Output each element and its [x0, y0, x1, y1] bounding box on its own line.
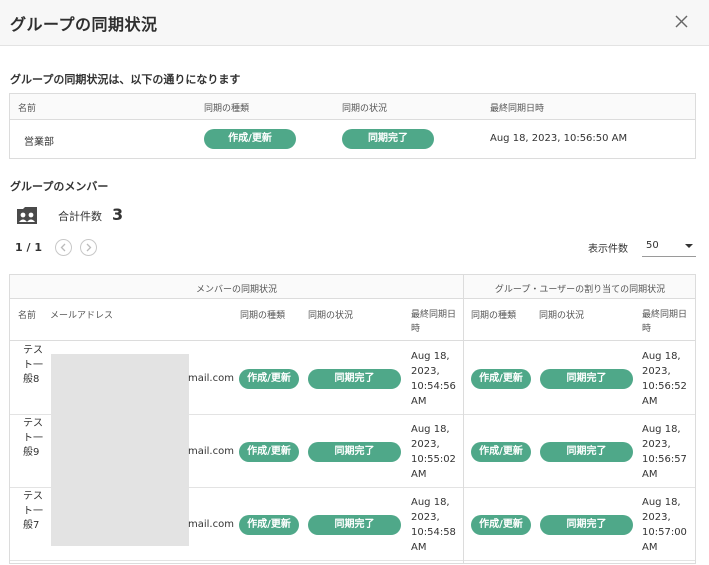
- assign-sync-status-badge: 同期完了: [540, 442, 633, 462]
- dialog-title: グループの同期状況: [10, 15, 158, 34]
- col-assign-last-sync: 最終同期日時: [642, 310, 688, 334]
- table-row: テスト一般9 mail.com 作成/更新 同期完了 Aug 18, 2023,…: [10, 415, 695, 488]
- assign-sync-type-badge: 作成/更新: [471, 515, 531, 535]
- next-page-button[interactable]: [80, 239, 97, 256]
- col-name: 名前: [18, 104, 37, 114]
- member-last-sync: Aug 18, 2023, 10:54:58 AM: [411, 497, 456, 553]
- member-sync-status-badge: 同期完了: [308, 442, 401, 462]
- chevron-right-icon[interactable]: [81, 240, 96, 255]
- member-sync-type-badge: 作成/更新: [239, 442, 299, 462]
- member-name: テスト一般9: [23, 418, 43, 458]
- page-indicator: 1 / 1: [15, 241, 42, 254]
- per-page-label: 表示件数: [588, 244, 628, 255]
- group-status-table: 名前 同期の種類 同期の状況 最終同期日時 営業部 作成/更新 同期完了 Aug…: [9, 93, 696, 159]
- chevron-left-icon[interactable]: [56, 240, 71, 255]
- member-sync-status-badge: 同期完了: [308, 369, 401, 389]
- close-icon[interactable]: [672, 12, 692, 32]
- email-redaction: [51, 488, 189, 546]
- member-last-sync: Aug 18, 2023, 10:54:56 AM: [411, 351, 456, 407]
- col-sync-type: 同期の種類: [204, 104, 250, 114]
- col-member-last-sync: 最終同期日時: [411, 310, 457, 334]
- col-sync-status: 同期の状況: [342, 104, 388, 114]
- sync-status-badge: 同期完了: [342, 129, 434, 149]
- per-page-select[interactable]: 50: [642, 235, 696, 257]
- sync-type-badge: 作成/更新: [204, 129, 296, 149]
- group-status-heading: グループの同期状況は、以下の通りになります: [10, 73, 241, 86]
- assign-last-sync: Aug 18, 2023, 10:57:00 AM: [642, 497, 687, 553]
- per-page-value[interactable]: 50: [646, 240, 659, 251]
- assign-sync-status-badge: 同期完了: [540, 369, 633, 389]
- col-member-sync-type: 同期の種類: [240, 311, 286, 321]
- assignment-sync-group-header: グループ・ユーザーの割り当ての同期状況: [494, 285, 666, 295]
- member-card-icon: [16, 205, 38, 225]
- member-sync-type-badge: 作成/更新: [239, 369, 299, 389]
- members-table: メンバーの同期状況 グループ・ユーザーの割り当ての同期状況 名前 メールアドレス…: [9, 274, 696, 564]
- group-name: 営業部: [24, 137, 54, 148]
- group-status-header-row: 名前 同期の種類 同期の状況 最終同期日時: [10, 94, 695, 120]
- assign-last-sync: Aug 18, 2023, 10:56:57 AM: [642, 424, 687, 480]
- assign-last-sync: Aug 18, 2023, 10:56:52 AM: [642, 351, 687, 407]
- caret-down-icon[interactable]: [685, 244, 693, 248]
- table-row: テスト一般8 mail.com 作成/更新 同期完了 Aug 18, 2023,…: [10, 342, 695, 415]
- assign-sync-type-badge: 作成/更新: [471, 369, 531, 389]
- email-redaction: [51, 415, 189, 488]
- total-count-value: 3: [112, 205, 124, 224]
- members-group-header-row: メンバーの同期状況 グループ・ユーザーの割り当ての同期状況: [10, 275, 695, 299]
- members-heading: グループのメンバー: [10, 180, 109, 193]
- assign-sync-status-badge: 同期完了: [540, 515, 633, 535]
- member-name: テスト一般8: [23, 345, 43, 385]
- col-member-name: 名前: [18, 311, 37, 321]
- member-email: mail.com: [188, 373, 234, 384]
- column-group-divider: [463, 275, 464, 563]
- member-email: mail.com: [188, 519, 234, 530]
- total-count-label: 合計件数: [58, 210, 102, 223]
- close-button[interactable]: [672, 12, 692, 32]
- members-column-header-row: 名前 メールアドレス 同期の種類 同期の状況 最終同期日時 同期の種類 同期の状…: [10, 299, 695, 341]
- email-redaction: [51, 354, 189, 415]
- member-email: mail.com: [188, 446, 234, 457]
- assign-sync-type-badge: 作成/更新: [471, 442, 531, 462]
- col-assign-sync-status: 同期の状況: [539, 311, 585, 321]
- col-member-sync-status: 同期の状況: [308, 311, 354, 321]
- col-member-email: メールアドレス: [50, 311, 114, 321]
- prev-page-button[interactable]: [55, 239, 72, 256]
- member-sync-type-badge: 作成/更新: [239, 515, 299, 535]
- member-sync-status-badge: 同期完了: [308, 515, 401, 535]
- col-assign-sync-type: 同期の種類: [471, 311, 517, 321]
- member-name: テスト一般7: [23, 491, 43, 531]
- member-last-sync: Aug 18, 2023, 10:55:02 AM: [411, 424, 456, 480]
- col-last-sync: 最終同期日時: [490, 104, 545, 114]
- dialog-header: グループの同期状況: [0, 0, 709, 46]
- last-sync-time: Aug 18, 2023, 10:56:50 AM: [490, 133, 628, 144]
- table-row: テスト一般7 mail.com 作成/更新 同期完了 Aug 18, 2023,…: [10, 488, 695, 561]
- member-sync-group-header: メンバーの同期状況: [195, 285, 277, 295]
